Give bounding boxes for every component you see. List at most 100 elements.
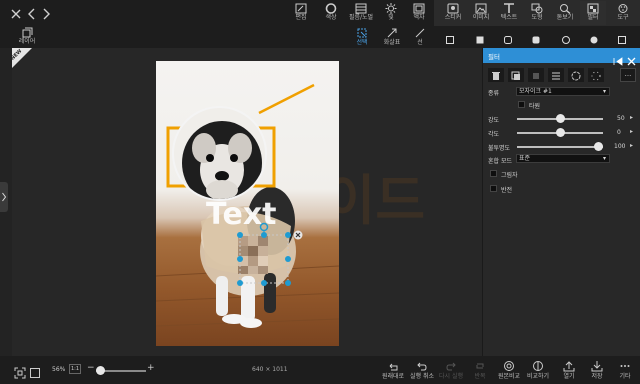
top-toolbar: 편집 색상 필름/노멀 빛 액자 스티커 이미지 텍스트 도형 돋보기 필터 도… bbox=[0, 0, 640, 26]
circle-outline-icon bbox=[562, 36, 570, 44]
opacity-stepper-icon[interactable]: ▸ bbox=[630, 142, 633, 149]
align-button[interactable] bbox=[548, 68, 564, 82]
text-button[interactable]: 텍스트 bbox=[496, 1, 522, 25]
sticker-button[interactable]: 스티커 bbox=[440, 1, 466, 25]
type-label: 종류 bbox=[488, 90, 500, 97]
duplicate-button[interactable] bbox=[508, 68, 524, 82]
more-options-button[interactable]: ... bbox=[620, 68, 636, 82]
shadow-checkbox[interactable] bbox=[490, 170, 497, 177]
opacity-label: 불투명도 bbox=[488, 145, 511, 152]
image-button[interactable]: 이미지 bbox=[468, 1, 494, 25]
panel-header: 필터 bbox=[483, 48, 640, 66]
rounded-square-shape-button[interactable] bbox=[502, 31, 514, 44]
text-icon bbox=[504, 3, 514, 13]
rotate-left-button[interactable] bbox=[568, 68, 584, 82]
layers-icon bbox=[22, 27, 32, 38]
blend-label: 혼합 모드 bbox=[488, 158, 512, 165]
revert-button[interactable]: 원래대로 bbox=[378, 358, 408, 384]
trash-icon bbox=[492, 72, 500, 80]
frame-button[interactable]: 액자 bbox=[406, 1, 432, 25]
strength-slider-knob[interactable] bbox=[555, 114, 565, 123]
line-tool-button[interactable]: 선 bbox=[406, 26, 434, 48]
angle-slider-knob[interactable] bbox=[555, 128, 565, 137]
circle-shape-button[interactable] bbox=[560, 31, 572, 44]
tools-icon bbox=[618, 4, 628, 13]
angle-stepper-icon[interactable]: ▸ bbox=[630, 128, 633, 135]
save-button[interactable]: 저장 bbox=[582, 358, 612, 384]
image-icon bbox=[475, 3, 487, 14]
filled-square-icon bbox=[476, 36, 484, 44]
type-select[interactable]: 모자이크 #1 ▾ bbox=[516, 87, 610, 96]
rotate-right-icon bbox=[591, 71, 601, 81]
zoom-slider-knob[interactable] bbox=[96, 366, 105, 375]
zoom-out-icon[interactable]: − bbox=[87, 363, 95, 373]
dropdown-arrow-icon: ▾ bbox=[602, 88, 606, 95]
filter-icon bbox=[587, 3, 599, 14]
filled-rounded-shape-button[interactable] bbox=[530, 31, 542, 44]
square-shape-button[interactable] bbox=[444, 31, 456, 44]
magnified-dog-face bbox=[182, 121, 262, 199]
opacity-slider-knob[interactable] bbox=[594, 142, 603, 151]
repeat-button[interactable]: 반복 bbox=[465, 358, 495, 384]
arrow-tool-button[interactable]: 화살표 bbox=[378, 26, 406, 48]
close-icon[interactable] bbox=[10, 5, 22, 24]
edit-icon bbox=[295, 3, 307, 14]
strength-value: 50 bbox=[617, 115, 625, 122]
square-alt-icon bbox=[618, 36, 626, 44]
filter-button[interactable]: 필터 bbox=[580, 1, 606, 25]
magnifier-circle[interactable] bbox=[172, 106, 267, 201]
undo-icon bbox=[417, 362, 427, 371]
dropdown-arrow-icon: ▾ bbox=[602, 155, 606, 162]
zoom-1to1-button[interactable]: 1:1 bbox=[69, 364, 81, 374]
before-button[interactable]: 원본비교 bbox=[494, 358, 524, 384]
actual-size-icon[interactable] bbox=[29, 364, 41, 383]
expand-left-handle[interactable] bbox=[0, 182, 8, 212]
invert-label: 반전 bbox=[501, 187, 513, 194]
forward-arrow-icon[interactable] bbox=[41, 5, 51, 24]
open-button[interactable]: 열기 bbox=[554, 358, 584, 384]
light-button[interactable]: 빛 bbox=[378, 1, 404, 25]
dog-photo[interactable]: Text bbox=[156, 61, 339, 346]
filled-square-shape-button[interactable] bbox=[474, 31, 486, 44]
ellipse-checkbox[interactable] bbox=[518, 101, 525, 108]
fit-screen-icon[interactable] bbox=[14, 364, 26, 383]
zoom-in-icon[interactable]: + bbox=[147, 363, 155, 373]
edit-button[interactable]: 편집 bbox=[288, 1, 314, 25]
magnify-button[interactable]: 돋보기 bbox=[552, 1, 578, 25]
chevron-right-icon bbox=[2, 192, 7, 202]
more-button[interactable]: 기타 bbox=[610, 358, 640, 384]
opacity-slider-track[interactable] bbox=[517, 146, 603, 148]
filled-circle-shape-button[interactable] bbox=[588, 31, 600, 44]
angle-label: 각도 bbox=[488, 131, 500, 138]
blend-select[interactable]: 표준 ▾ bbox=[516, 154, 610, 163]
layer-order-button[interactable] bbox=[528, 68, 544, 82]
shadow-label: 그림자 bbox=[501, 172, 518, 179]
strength-stepper-icon[interactable]: ▸ bbox=[630, 114, 633, 121]
rotate-right-button[interactable] bbox=[588, 68, 604, 82]
select-icon bbox=[357, 28, 367, 38]
square-alt-shape-button[interactable] bbox=[616, 31, 628, 44]
magnify-icon bbox=[560, 4, 571, 14]
square-outline-icon bbox=[446, 36, 454, 44]
tools-button[interactable]: 도구 bbox=[610, 1, 636, 25]
overlay-button[interactable]: 필름/노멀 bbox=[346, 1, 376, 25]
redo-button[interactable]: 다시 실행 bbox=[436, 358, 466, 384]
photo-scene: Text bbox=[156, 83, 339, 328]
color-button[interactable]: 색상 bbox=[318, 1, 344, 25]
zoom-level: 56% bbox=[52, 366, 66, 373]
back-arrow-icon[interactable] bbox=[27, 5, 37, 24]
open-icon bbox=[563, 361, 575, 372]
opacity-value: 100 bbox=[614, 143, 626, 150]
selection-box[interactable] bbox=[232, 222, 304, 292]
ellipse-label: 타원 bbox=[529, 103, 541, 110]
select-tool-button[interactable]: 선택 bbox=[348, 26, 376, 48]
duplicate-icon bbox=[511, 71, 520, 80]
undo-button[interactable]: 실행 취소 bbox=[407, 358, 437, 384]
compare-button[interactable]: 비교하기 bbox=[523, 358, 553, 384]
delete-button[interactable] bbox=[488, 68, 504, 82]
invert-checkbox[interactable] bbox=[490, 185, 497, 192]
photo-editor-app: 편집 색상 필름/노멀 빛 액자 스티커 이미지 텍스트 도형 돋보기 필터 도… bbox=[0, 0, 640, 384]
arrow-line-icon bbox=[387, 28, 397, 38]
layer-button[interactable]: 레이어 bbox=[16, 27, 38, 45]
shape-button[interactable]: 도형 bbox=[524, 1, 550, 25]
